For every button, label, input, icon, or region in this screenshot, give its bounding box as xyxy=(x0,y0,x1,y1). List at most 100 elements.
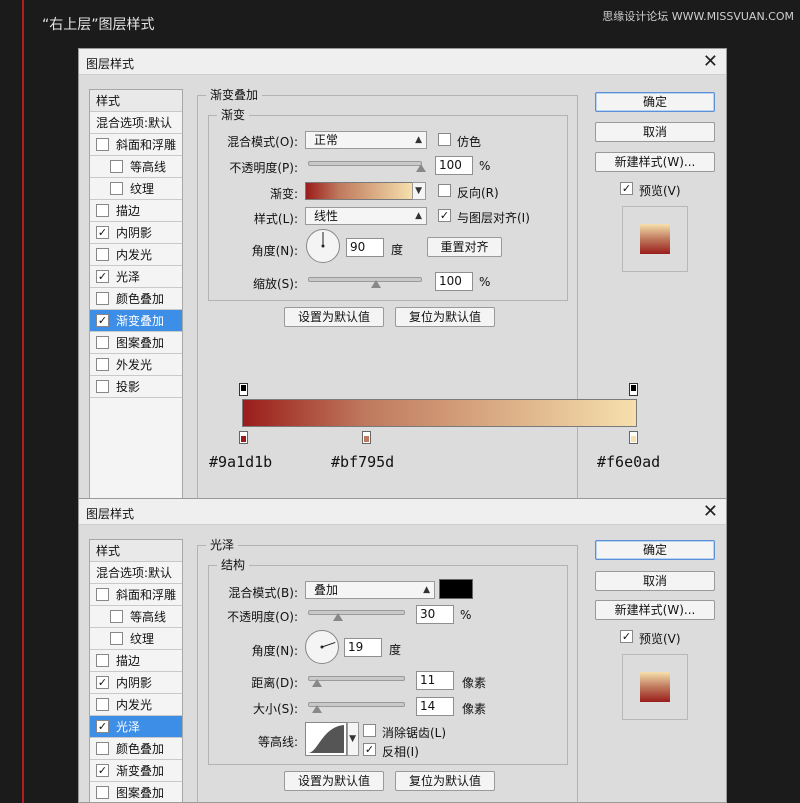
contour-picker[interactable] xyxy=(305,722,347,756)
slider-thumb[interactable] xyxy=(311,679,322,687)
style-checkbox[interactable] xyxy=(96,588,109,601)
contour-dropdown[interactable]: ▼ xyxy=(347,722,359,756)
close-icon[interactable]: ✕ xyxy=(703,51,718,72)
blend-mode-select[interactable]: 叠加 ▲ xyxy=(305,581,435,599)
style-checkbox[interactable] xyxy=(96,654,109,667)
style-checkbox[interactable] xyxy=(96,292,109,305)
new-style-button[interactable]: 新建样式(W)... xyxy=(595,600,715,620)
distance-slider[interactable] xyxy=(308,676,405,687)
style-checkbox[interactable] xyxy=(96,336,109,349)
color-stop[interactable] xyxy=(362,431,371,444)
style-checkbox[interactable]: ✓ xyxy=(96,676,109,689)
style-checkbox[interactable]: ✓ xyxy=(96,226,109,239)
style-item[interactable]: 颜色叠加 xyxy=(90,738,182,760)
scale-input[interactable]: 100 xyxy=(435,272,473,291)
color-stop[interactable] xyxy=(629,431,638,444)
style-checkbox[interactable] xyxy=(96,358,109,371)
size-input[interactable]: 14 xyxy=(416,697,454,716)
style-item[interactable]: ✓ 光泽 xyxy=(90,266,182,288)
style-checkbox[interactable] xyxy=(96,138,109,151)
style-item[interactable]: 内发光 xyxy=(90,244,182,266)
gradient-dropdown[interactable]: ▼ xyxy=(412,182,426,200)
style-checkbox[interactable] xyxy=(96,204,109,217)
gradient-picker[interactable] xyxy=(305,182,413,200)
style-item[interactable]: 等高线 xyxy=(90,606,182,628)
style-checkbox[interactable] xyxy=(110,610,123,623)
style-item[interactable]: ✓ 内阴影 xyxy=(90,672,182,694)
reverse-checkbox[interactable] xyxy=(438,184,451,197)
cancel-button[interactable]: 取消 xyxy=(595,571,715,591)
scale-slider[interactable] xyxy=(308,277,422,288)
style-checkbox[interactable]: ✓ xyxy=(96,314,109,327)
blending-options-item[interactable]: 混合选项:默认 xyxy=(90,112,182,134)
angle-dial[interactable] xyxy=(306,229,340,263)
style-item[interactable]: 描边 xyxy=(90,200,182,222)
styles-header: 样式 xyxy=(90,540,182,562)
gradient-bar[interactable] xyxy=(242,399,637,427)
style-item[interactable]: 等高线 xyxy=(90,156,182,178)
style-item[interactable]: 外发光 xyxy=(90,354,182,376)
blending-options-item[interactable]: 混合选项:默认 xyxy=(90,562,182,584)
style-item[interactable]: 颜色叠加 xyxy=(90,288,182,310)
invert-checkbox[interactable]: ✓ xyxy=(363,743,376,756)
style-checkbox[interactable] xyxy=(96,786,109,799)
cancel-button[interactable]: 取消 xyxy=(595,122,715,142)
style-checkbox[interactable] xyxy=(96,742,109,755)
style-item[interactable]: 纹理 xyxy=(90,178,182,200)
style-item[interactable]: ✓ 渐变叠加 xyxy=(90,310,182,332)
style-item[interactable]: 投影 xyxy=(90,376,182,398)
preview-checkbox[interactable]: ✓ xyxy=(620,182,633,195)
style-item[interactable]: 斜面和浮雕 xyxy=(90,584,182,606)
reset-alignment-button[interactable]: 重置对齐 xyxy=(427,237,502,257)
opacity-stop-left[interactable] xyxy=(239,383,248,396)
distance-input[interactable]: 11 xyxy=(416,671,454,690)
angle-input[interactable]: 90 xyxy=(346,238,384,257)
style-item[interactable]: 纹理 xyxy=(90,628,182,650)
ok-button[interactable]: 确定 xyxy=(595,540,715,560)
size-slider[interactable] xyxy=(308,702,405,713)
satin-color-swatch[interactable] xyxy=(439,579,473,599)
style-checkbox[interactable] xyxy=(96,380,109,393)
style-item[interactable]: 内发光 xyxy=(90,694,182,716)
style-item[interactable]: 斜面和浮雕 xyxy=(90,134,182,156)
style-item[interactable]: ✓ 内阴影 xyxy=(90,222,182,244)
style-checkbox[interactable]: ✓ xyxy=(96,270,109,283)
reset-default-button[interactable]: 复位为默认值 xyxy=(395,307,495,327)
style-checkbox[interactable] xyxy=(110,182,123,195)
align-with-layer-checkbox[interactable]: ✓ xyxy=(438,209,451,222)
set-default-button[interactable]: 设置为默认值 xyxy=(284,307,384,327)
opacity-slider[interactable] xyxy=(308,610,405,621)
new-style-button[interactable]: 新建样式(W)... xyxy=(595,152,715,172)
slider-thumb[interactable] xyxy=(416,164,426,172)
slider-thumb[interactable] xyxy=(311,705,322,713)
blend-mode-select[interactable]: 正常 ▲ xyxy=(305,131,427,149)
style-checkbox[interactable] xyxy=(110,160,123,173)
style-select[interactable]: 线性 ▲ xyxy=(305,207,427,225)
style-item[interactable]: 描边 xyxy=(90,650,182,672)
style-item[interactable]: ✓ 渐变叠加 xyxy=(90,760,182,782)
opacity-slider[interactable] xyxy=(308,161,426,172)
slider-thumb[interactable] xyxy=(332,613,343,621)
style-checkbox[interactable] xyxy=(96,698,109,711)
close-icon[interactable]: ✕ xyxy=(703,501,718,522)
style-item[interactable]: 图案叠加 xyxy=(90,782,182,802)
preview-checkbox[interactable]: ✓ xyxy=(620,630,633,643)
anti-aliased-checkbox[interactable] xyxy=(363,724,376,737)
color-stop[interactable] xyxy=(239,431,248,444)
opacity-input[interactable]: 30 xyxy=(416,605,454,624)
ok-button[interactable]: 确定 xyxy=(595,92,715,112)
dither-checkbox[interactable] xyxy=(438,133,451,146)
style-item[interactable]: ✓ 光泽 xyxy=(90,716,182,738)
style-checkbox[interactable]: ✓ xyxy=(96,764,109,777)
angle-input[interactable]: 19 xyxy=(344,638,382,657)
opacity-stop-right[interactable] xyxy=(629,383,638,396)
style-checkbox[interactable] xyxy=(110,632,123,645)
slider-thumb[interactable] xyxy=(371,280,382,288)
set-default-button[interactable]: 设置为默认值 xyxy=(284,771,384,791)
reset-default-button[interactable]: 复位为默认值 xyxy=(395,771,495,791)
angle-dial[interactable] xyxy=(305,630,339,664)
style-item[interactable]: 图案叠加 xyxy=(90,332,182,354)
style-checkbox[interactable] xyxy=(96,248,109,261)
opacity-input[interactable]: 100 xyxy=(435,156,473,175)
style-checkbox[interactable]: ✓ xyxy=(96,720,109,733)
